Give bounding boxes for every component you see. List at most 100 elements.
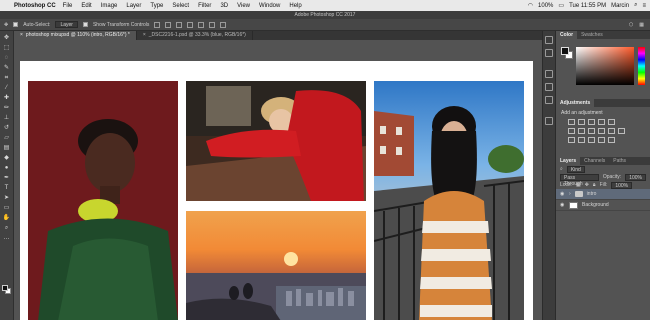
workspace-icon[interactable]: ▦ [639, 22, 644, 28]
transform-controls-checkbox[interactable] [82, 22, 88, 27]
levels-icon[interactable] [578, 119, 585, 125]
menu-select[interactable]: Select [172, 3, 189, 9]
align-middle-icon[interactable] [165, 21, 172, 28]
lock-all-icon[interactable]: 🔒︎ [593, 182, 596, 188]
color-lookup-icon[interactable] [618, 128, 625, 134]
battery-icon[interactable]: ▭ [558, 2, 564, 9]
wifi-icon[interactable]: ◠ [528, 2, 533, 9]
gradient-tool-icon[interactable]: ▤ [3, 145, 11, 151]
menu-3d[interactable]: 3D [220, 3, 228, 9]
visibility-eye-icon[interactable]: ◉ [560, 202, 565, 208]
history-panel-icon[interactable] [545, 36, 553, 44]
tab-adjustments[interactable]: Adjustments [556, 99, 595, 107]
menu-icon[interactable]: ≡ [642, 3, 646, 9]
selective-color-icon[interactable] [608, 137, 615, 143]
tab-channels[interactable]: Channels [580, 157, 609, 165]
photo-portrait-green-dress[interactable] [28, 81, 178, 320]
align-top-icon[interactable] [154, 21, 161, 28]
tab-layers[interactable]: Layers [556, 157, 581, 165]
posterize-icon[interactable] [578, 137, 585, 143]
blur-tool-icon[interactable]: ◆ [3, 155, 11, 161]
menu-filter[interactable]: Filter [198, 3, 211, 9]
exposure-icon[interactable] [598, 119, 605, 125]
healing-tool-icon[interactable]: ✚ [3, 95, 11, 101]
document-canvas[interactable] [20, 61, 533, 320]
photo-striped-sweater[interactable] [374, 81, 524, 320]
blend-mode-dropdown[interactable]: Pass Through [560, 173, 599, 187]
3d-mode-icon[interactable]: ⬡ [629, 22, 633, 28]
menu-view[interactable]: View [237, 3, 250, 9]
user-name[interactable]: Marcin [611, 3, 629, 9]
canvas-area[interactable] [14, 40, 542, 320]
tab-photoshop-mixup[interactable]: × photoshop mixupsd @ 110% (intro, RGB/16… [14, 31, 137, 40]
tab-dsc2216[interactable]: × _DSC2216-1.psd @ 33.3% (blue, RGB/16*) [137, 31, 253, 40]
align-bottom-icon[interactable] [176, 21, 183, 28]
type-tool-icon[interactable]: T [3, 185, 11, 191]
menu-help[interactable]: Help [289, 3, 301, 9]
dodge-tool-icon[interactable]: ● [3, 165, 11, 171]
photo-woman-red-fur[interactable] [186, 81, 366, 201]
menu-window[interactable]: Window [259, 3, 280, 9]
tab-color[interactable]: Color [556, 31, 578, 39]
brush-tool-icon[interactable]: ✏ [3, 105, 11, 111]
brightness-contrast-icon[interactable] [568, 119, 575, 125]
fill-field[interactable]: 100% [611, 181, 633, 189]
clock[interactable]: Tue 11:55 PM [569, 3, 606, 9]
stamp-tool-icon[interactable]: ⊥ [3, 115, 11, 121]
more-tools-icon[interactable]: … [3, 235, 11, 241]
visibility-eye-icon[interactable]: ◉ [560, 191, 565, 197]
hue-saturation-icon[interactable] [568, 128, 575, 134]
app-menu[interactable]: Photoshop CC [14, 3, 56, 9]
move-tool-icon[interactable]: ✥ [4, 22, 8, 28]
threshold-icon[interactable] [588, 137, 595, 143]
move-tool-icon[interactable]: ✥ [3, 35, 11, 41]
menu-file[interactable]: File [63, 3, 73, 9]
crop-tool-icon[interactable]: ⌗ [3, 75, 11, 81]
quick-select-tool-icon[interactable]: ✎ [3, 65, 11, 71]
align-center-icon[interactable] [198, 21, 205, 28]
invert-icon[interactable] [568, 137, 575, 143]
distribute-icon[interactable] [220, 21, 227, 28]
shape-tool-icon[interactable]: ▭ [3, 205, 11, 211]
brush-panel-icon[interactable] [545, 70, 553, 78]
lasso-tool-icon[interactable]: ◌ [3, 55, 11, 61]
tab-swatches[interactable]: Swatches [577, 31, 607, 39]
properties-panel-icon[interactable] [545, 49, 553, 57]
hand-tool-icon[interactable]: ✋ [3, 215, 11, 221]
channel-mixer-icon[interactable] [608, 128, 615, 134]
menu-type[interactable]: Type [150, 3, 163, 9]
path-select-tool-icon[interactable]: ➤ [3, 195, 11, 201]
photo-filter-icon[interactable] [598, 128, 605, 134]
expand-arrow-icon[interactable]: › [569, 191, 571, 197]
hue-slider[interactable] [638, 47, 645, 85]
character-panel-icon[interactable] [545, 83, 553, 91]
close-tab-icon[interactable]: × [143, 32, 146, 38]
align-left-icon[interactable] [187, 21, 194, 28]
layer-row-intro[interactable]: ◉ › intro [556, 189, 650, 200]
close-tab-icon[interactable]: × [20, 32, 23, 38]
zoom-tool-icon[interactable]: ⌕ [3, 225, 11, 231]
gradient-map-icon[interactable] [598, 137, 605, 143]
tab-paths[interactable]: Paths [609, 157, 630, 165]
black-white-icon[interactable] [588, 128, 595, 134]
color-balance-icon[interactable] [578, 128, 585, 134]
eraser-tool-icon[interactable]: ▱ [3, 135, 11, 141]
lock-pixels-icon[interactable]: ▦ [576, 182, 581, 188]
pen-tool-icon[interactable]: ✒ [3, 175, 11, 181]
auto-select-checkbox[interactable] [13, 22, 19, 27]
color-picker-field[interactable] [576, 47, 634, 85]
search-icon[interactable]: ⌕ [634, 2, 637, 9]
kind-filter-dropdown[interactable]: Kind [566, 165, 585, 173]
opacity-field[interactable]: 100% [625, 173, 646, 181]
eyedropper-tool-icon[interactable]: ⁄ [3, 85, 11, 91]
menu-layer[interactable]: Layer [126, 3, 141, 9]
lock-position-icon[interactable]: ✥ [585, 182, 589, 188]
vibrance-icon[interactable] [608, 119, 615, 125]
auto-select-dropdown[interactable]: Layer [55, 21, 78, 28]
menu-image[interactable]: Image [101, 3, 118, 9]
layer-row-background[interactable]: ◉ Background [556, 200, 650, 211]
curves-icon[interactable] [588, 119, 595, 125]
libraries-panel-icon[interactable] [545, 117, 553, 125]
foreground-color-swatch[interactable] [561, 47, 569, 55]
photo-sunset-city[interactable] [186, 211, 366, 320]
